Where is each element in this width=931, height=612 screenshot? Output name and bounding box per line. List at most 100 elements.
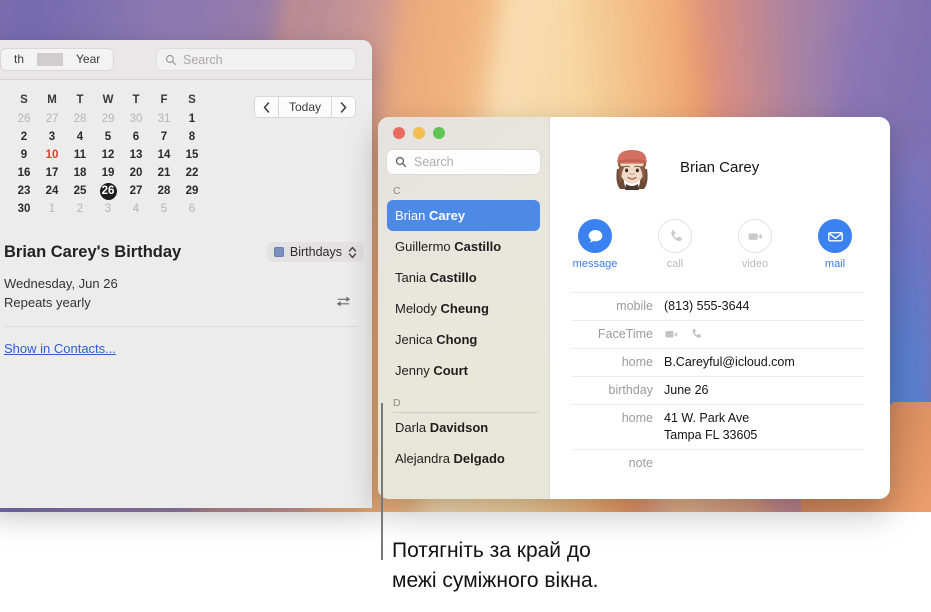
field-value <box>664 326 703 341</box>
minimize-button[interactable] <box>413 127 425 139</box>
day-cell[interactable]: 31 <box>150 110 178 128</box>
day-cell[interactable]: 11 <box>66 146 94 164</box>
next-month-button[interactable] <box>331 96 356 118</box>
weekday-header: W <box>102 94 114 106</box>
day-cell[interactable]: 26 <box>10 110 38 128</box>
contact-row-selected[interactable]: Brian Carey <box>387 200 540 231</box>
day-cell[interactable]: 24 <box>38 182 66 200</box>
contact-field-row[interactable]: note <box>572 449 864 477</box>
calendar-picker-label: Birthdays <box>289 245 342 259</box>
contact-first-name: Guillermo <box>395 239 455 254</box>
contact-row[interactable]: Tania Castillo <box>387 262 540 293</box>
segment-month[interactable]: th <box>1 49 37 70</box>
day-cell[interactable]: 3 <box>38 128 66 146</box>
contacts-search-field[interactable]: Search <box>387 150 540 174</box>
contact-field-row[interactable]: birthday June 26 <box>572 376 864 404</box>
day-cell[interactable]: 1 <box>38 200 66 218</box>
day-cell[interactable]: 2 <box>66 200 94 218</box>
day-cell[interactable]: 27 <box>122 182 150 200</box>
contact-first-name: Alejandra <box>395 451 454 466</box>
day-cell[interactable]: 7 <box>150 128 178 146</box>
week-row: 9 10 11 12 13 14 15 <box>10 146 206 164</box>
video-camera-icon[interactable] <box>664 328 680 341</box>
day-cell[interactable]: 30 <box>10 200 38 218</box>
view-segmented-control[interactable]: th Year <box>0 48 115 71</box>
callout-leader-line <box>381 403 383 560</box>
contacts-list[interactable]: C Brian Carey Guillermo Castillo Tania Cast… <box>387 174 540 474</box>
segment-year[interactable]: Year <box>63 49 113 70</box>
day-cell[interactable]: 29 <box>178 182 206 200</box>
day-cell[interactable]: 2 <box>10 128 38 146</box>
day-cell[interactable]: 20 <box>122 164 150 182</box>
day-cell[interactable]: 16 <box>10 164 38 182</box>
action-video-button[interactable]: video <box>732 219 778 270</box>
contact-field-row[interactable]: home B.Careyful@icloud.com <box>572 348 864 376</box>
day-cell[interactable]: 8 <box>178 128 206 146</box>
zoom-button[interactable] <box>433 127 445 139</box>
day-cell[interactable]: 23 <box>10 182 38 200</box>
memoji-avatar[interactable] <box>604 139 660 195</box>
day-cell[interactable]: 28 <box>66 110 94 128</box>
action-mail-button[interactable]: mail <box>812 219 858 270</box>
day-cell[interactable]: 6 <box>178 200 206 218</box>
day-cell[interactable]: 30 <box>122 110 150 128</box>
contact-row[interactable]: Darla Davidson <box>387 412 540 443</box>
previous-month-button[interactable] <box>253 96 279 118</box>
calendar-navigation[interactable]: Today <box>253 96 356 118</box>
day-cell[interactable]: 4 <box>122 200 150 218</box>
video-camera-icon <box>738 219 772 253</box>
action-message-button[interactable]: message <box>572 219 618 270</box>
day-cell[interactable]: 27 <box>38 110 66 128</box>
contact-first-name: Jenica <box>395 332 437 347</box>
day-cell[interactable]: 21 <box>150 164 178 182</box>
contact-field-row[interactable]: home 41 W. Park Ave Tampa FL 33605 <box>572 404 864 449</box>
day-cell-selected[interactable]: 26 <box>94 182 122 200</box>
day-cell[interactable]: 5 <box>94 128 122 146</box>
day-cell[interactable]: 17 <box>38 164 66 182</box>
calendar-search-field[interactable]: Search <box>156 48 356 71</box>
event-header: Brian Carey's Birthday Birthdays <box>4 242 364 262</box>
action-label: video <box>741 258 769 270</box>
field-value: June 26 <box>664 383 709 397</box>
contact-row[interactable]: Guillermo Castillo <box>387 231 540 262</box>
contact-row[interactable]: Jenny Court <box>387 355 540 386</box>
day-cell[interactable]: 12 <box>94 146 122 164</box>
day-cell[interactable]: 5 <box>150 200 178 218</box>
contact-first-name: Darla <box>395 420 430 435</box>
phone-icon[interactable] <box>689 327 703 341</box>
close-button[interactable] <box>393 127 405 139</box>
day-cell[interactable]: 4 <box>66 128 94 146</box>
day-cell[interactable]: 28 <box>150 182 178 200</box>
callout-caption: Потягніть за край до межі суміжного вікн… <box>392 536 862 596</box>
day-cell[interactable]: 25 <box>66 182 94 200</box>
field-label: home <box>621 411 653 425</box>
calendar-picker[interactable]: Birthdays <box>266 242 364 262</box>
day-cell[interactable]: 10 <box>38 146 66 164</box>
day-cell[interactable]: 3 <box>94 200 122 218</box>
event-repeat: Repeats yearly <box>4 295 91 310</box>
day-cell[interactable]: 19 <box>94 164 122 182</box>
calendar-body: SMTWTFS 26 27 28 29 30 31 1 2 3 4 5 6 7 8 9 10 11 12 13 14 1… <box>0 94 372 218</box>
contact-field-row[interactable]: mobile (813) 555-3644 <box>572 292 864 320</box>
day-cell[interactable]: 13 <box>122 146 150 164</box>
mini-month-days[interactable]: 26 27 28 29 30 31 1 2 3 4 5 6 7 8 9 10 11 12 13 14 15 16 17 18 1… <box>10 110 206 218</box>
day-cell[interactable]: 1 <box>178 110 206 128</box>
window-controls[interactable] <box>387 117 540 139</box>
section-header: C <box>393 185 401 197</box>
day-cell[interactable]: 22 <box>178 164 206 182</box>
day-cell[interactable]: 15 <box>178 146 206 164</box>
day-cell[interactable]: 29 <box>94 110 122 128</box>
day-cell[interactable]: 18 <box>66 164 94 182</box>
day-cell[interactable]: 9 <box>10 146 38 164</box>
day-cell[interactable]: 6 <box>122 128 150 146</box>
contact-row[interactable]: Jenica Chong <box>387 324 540 355</box>
mini-month-calendar[interactable]: SMTWTFS 26 27 28 29 30 31 1 2 3 4 5 6 7 8 9 10 11 12 13 14 1… <box>10 94 206 218</box>
contact-row[interactable]: Alejandra Delgado <box>387 443 540 474</box>
contact-field-row[interactable]: FaceTime <box>572 320 864 348</box>
today-button[interactable]: Today <box>278 96 331 118</box>
day-cell[interactable]: 14 <box>150 146 178 164</box>
action-call-button[interactable]: call <box>652 219 698 270</box>
contact-row[interactable]: Melody Cheung <box>387 293 540 324</box>
contact-action-buttons[interactable]: message call video mail <box>572 219 864 270</box>
show-in-contacts-link[interactable]: Show in Contacts... <box>4 341 116 356</box>
